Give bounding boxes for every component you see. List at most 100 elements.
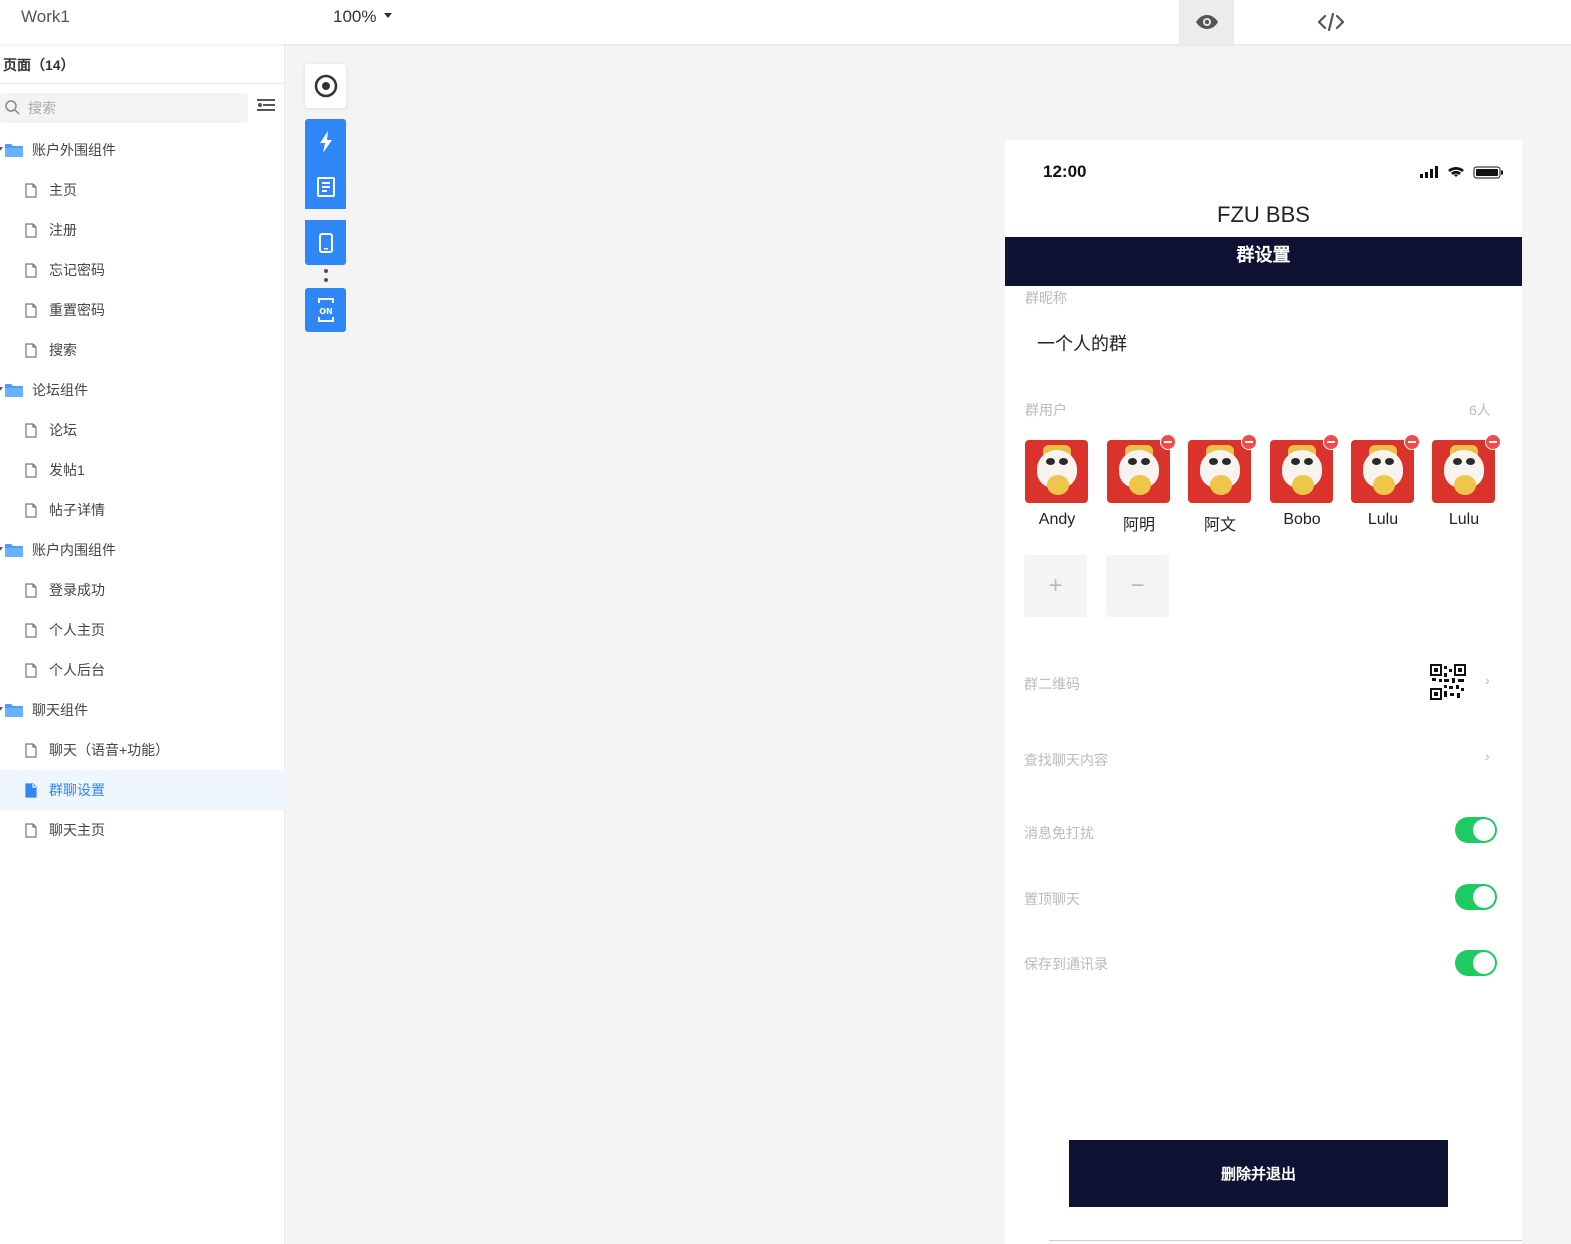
tree-page[interactable]: 忘记密码 <box>0 250 285 290</box>
lightning-icon <box>319 130 332 153</box>
member-avatar <box>1188 440 1251 503</box>
avatar-coin <box>1047 475 1069 495</box>
tree-item-label: 论坛组件 <box>32 382 88 398</box>
on-toggle-icon: ON <box>317 298 334 322</box>
pin-toggle[interactable] <box>1455 884 1497 910</box>
page-icon <box>25 262 37 278</box>
expand-caret-icon[interactable] <box>0 387 3 391</box>
remove-member-icon[interactable] <box>1485 434 1501 450</box>
tree-page[interactable]: 注册 <box>0 210 285 250</box>
tree-folder[interactable]: 账户外围组件 <box>0 130 285 170</box>
qr-chevron-icon: › <box>1485 672 1490 688</box>
tree-page[interactable]: 发帖1 <box>0 450 285 490</box>
avatar-coin <box>1210 475 1232 495</box>
avatar-coin <box>1292 475 1314 495</box>
tree-item-label: 发帖1 <box>49 462 85 478</box>
remove-member-icon[interactable] <box>1323 434 1339 450</box>
member-name: Lulu <box>1448 511 1480 528</box>
remove-member-icon[interactable] <box>1404 434 1420 450</box>
avatar-eye <box>1453 458 1462 465</box>
member-item[interactable]: Bobo <box>1269 434 1339 535</box>
avatar-eye <box>1128 458 1137 465</box>
expand-caret-icon[interactable] <box>0 547 3 551</box>
target-icon <box>314 74 337 98</box>
tree-page[interactable]: 个人主页 <box>0 610 285 650</box>
expand-caret-icon[interactable] <box>0 707 3 711</box>
tree-page[interactable]: 论坛 <box>0 410 285 450</box>
avatar-eye <box>1372 458 1381 465</box>
remove-member-icon[interactable] <box>1241 434 1257 450</box>
page-icon <box>25 502 37 518</box>
members-label: 群用户 <box>1025 402 1067 418</box>
tree-page[interactable]: 重置密码 <box>0 290 285 330</box>
tree-page[interactable]: 帖子详情 <box>0 490 285 530</box>
tree-item-label: 忘记密码 <box>49 262 105 278</box>
page-icon <box>25 622 37 638</box>
folder-icon <box>5 704 23 717</box>
tree-page[interactable]: 个人后台 <box>0 650 285 690</box>
on-toggle-button[interactable]: ON <box>305 288 346 332</box>
app-title: FZU BBS <box>1217 202 1310 227</box>
tree-folder[interactable]: 聊天组件 <box>0 690 285 730</box>
add-member-button[interactable]: + <box>1024 555 1087 617</box>
group-nickname[interactable]: 一个人的群 <box>1037 330 1127 356</box>
tree-item-label: 主页 <box>49 182 77 198</box>
target-button[interactable] <box>305 64 346 108</box>
tree-item-label: 聊天（语音+功能） <box>49 742 170 758</box>
mobile-button[interactable] <box>305 220 346 265</box>
tree-item-label: 帖子详情 <box>49 502 105 518</box>
preview-button[interactable] <box>1179 0 1234 44</box>
member-item[interactable]: 阿明 <box>1106 434 1176 535</box>
mute-toggle[interactable] <box>1455 817 1497 843</box>
tree-item-label: 聊天主页 <box>49 822 105 838</box>
interaction-button[interactable] <box>305 119 346 164</box>
search-box[interactable] <box>0 93 248 123</box>
tree-item-label: 搜索 <box>49 342 77 358</box>
document-button[interactable] <box>305 164 346 209</box>
nickname-label: 群昵称 <box>1025 290 1067 306</box>
tree-page[interactable]: 主页 <box>0 170 285 210</box>
remove-member-icon[interactable] <box>1160 434 1176 450</box>
zoom-select[interactable]: 100% <box>333 7 393 27</box>
member-item[interactable]: 阿文 <box>1187 434 1257 535</box>
tree-page[interactable]: 聊天主页 <box>0 810 285 850</box>
tree-page[interactable]: 搜索 <box>0 330 285 370</box>
status-time: 12:00 <box>1043 162 1087 181</box>
member-item[interactable]: Andy <box>1024 440 1090 535</box>
tree-item-label: 聊天组件 <box>32 702 88 718</box>
folder-icon <box>5 544 23 557</box>
tree-page[interactable]: 群聊设置 <box>0 770 285 810</box>
filter-button[interactable] <box>257 99 275 119</box>
remove-member-button[interactable]: − <box>1106 555 1169 617</box>
delete-and-quit-button[interactable]: 删除并退出 <box>1069 1140 1448 1207</box>
member-avatar <box>1432 440 1495 503</box>
code-icon <box>1317 13 1344 31</box>
avatar-coin <box>1373 475 1395 495</box>
tree-page[interactable]: 聊天（语音+功能） <box>0 730 285 770</box>
more-button[interactable] <box>305 267 346 285</box>
code-button[interactable] <box>1303 0 1358 44</box>
project-name[interactable]: Work1 <box>21 7 70 27</box>
page-icon <box>25 222 37 238</box>
member-name: 阿明 <box>1122 517 1155 534</box>
tree-page[interactable]: 登录成功 <box>0 570 285 610</box>
page-icon <box>25 462 37 478</box>
save-contacts-toggle[interactable] <box>1455 950 1497 976</box>
member-item[interactable]: Lulu <box>1350 434 1420 535</box>
tree-folder[interactable]: 账户内围组件 <box>0 530 285 570</box>
search-chat-label[interactable]: 查找聊天内容 <box>1024 750 1108 770</box>
member-avatar <box>1107 440 1170 503</box>
page-icon <box>25 782 37 798</box>
qr-label[interactable]: 群二维码 <box>1024 674 1080 694</box>
qr-code-icon[interactable] <box>1430 664 1466 700</box>
expand-caret-icon[interactable] <box>0 147 3 151</box>
page-icon <box>25 662 37 678</box>
pages-sidebar: 页面（14） 账户外围组件主页注册忘记密码重置密码搜索论坛组件论坛发帖1 帖子详情… <box>0 44 285 1244</box>
tree-item-label: 账户外围组件 <box>32 142 116 158</box>
search-input[interactable] <box>28 97 238 119</box>
member-avatar <box>1025 440 1088 503</box>
member-item[interactable]: Lulu <box>1431 434 1501 535</box>
tree-folder[interactable]: 论坛组件 <box>0 370 285 410</box>
eye-icon <box>1195 15 1218 29</box>
search-icon <box>5 100 20 115</box>
